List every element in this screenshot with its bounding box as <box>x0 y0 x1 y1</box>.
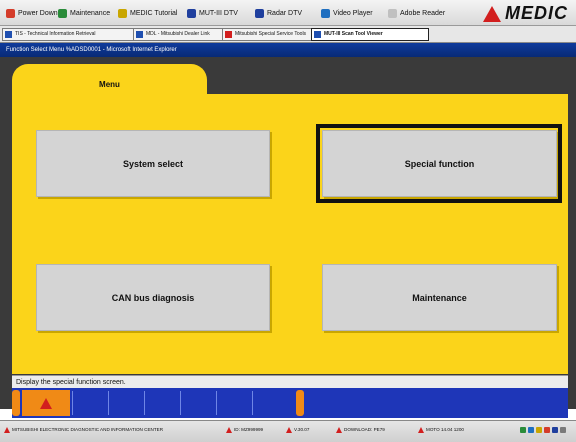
function-bar-left-cap <box>12 390 20 416</box>
status-bar: Display the special function screen. <box>12 375 568 388</box>
taskbar-item-moto[interactable]: MOTO 14.04 1200 <box>418 424 464 436</box>
function-key-2[interactable] <box>108 391 144 415</box>
window-tabs: TIS - Technical Information Retrieval MD… <box>0 26 576 43</box>
function-key-5[interactable] <box>216 391 252 415</box>
function-bar-right-cap <box>296 390 304 416</box>
selection-highlight <box>316 124 562 203</box>
volume-icon[interactable] <box>528 427 534 433</box>
sync-icon[interactable] <box>552 427 558 433</box>
mitsubishi-logo-icon <box>286 427 292 433</box>
mitsubishi-logo-icon <box>418 427 424 433</box>
mitsubishi-logo-icon <box>226 427 232 433</box>
ie-icon <box>136 31 143 38</box>
home-button[interactable] <box>22 390 70 416</box>
mitsubishi-logo-icon <box>336 427 342 433</box>
tutorial-icon <box>118 8 127 18</box>
power-down-button[interactable]: Power Down <box>6 6 58 20</box>
network-icon[interactable] <box>520 427 526 433</box>
function-key-1[interactable] <box>72 391 108 415</box>
ie-icon <box>314 31 321 38</box>
tab-mdl[interactable]: MDL - Mitsubishi Dealer Link <box>133 28 233 41</box>
taskbar-item-medic[interactable]: MITSUBISHI ELECTRONIC DIAGNOSTIC AND INF… <box>4 424 163 436</box>
function-key-4[interactable] <box>180 391 216 415</box>
video-player-button[interactable]: Video Player <box>321 6 373 20</box>
ie-icon <box>5 31 12 38</box>
menu-tab-label: Menu <box>99 80 120 89</box>
window-title: Function Select Menu %ADSD0001 - Microso… <box>0 43 576 57</box>
radar-dtv-button[interactable]: Radar DTV <box>255 6 302 20</box>
maintenance-launch-button[interactable]: Maintenance <box>58 6 110 20</box>
wrench-icon <box>58 8 67 18</box>
video-icon <box>321 8 330 18</box>
taskbar-item-download[interactable]: DOWNLOAD: PE79 <box>336 424 385 436</box>
medic-logo: MEDIC <box>483 3 568 24</box>
shield-icon[interactable] <box>536 427 542 433</box>
system-tray <box>520 424 572 436</box>
mitsubishi-logo-icon <box>4 427 10 433</box>
adobe-reader-button[interactable]: Adobe Reader <box>388 6 445 20</box>
mut-iii-dtv-button[interactable]: MUT-III DTV <box>187 6 238 20</box>
radar-icon <box>255 8 264 18</box>
info-icon[interactable] <box>560 427 566 433</box>
function-key-6[interactable] <box>252 391 288 415</box>
maintenance-button[interactable]: Maintenance <box>322 264 557 331</box>
function-key-3[interactable] <box>144 391 180 415</box>
power-icon <box>6 8 15 18</box>
adobe-icon <box>388 8 397 18</box>
system-select-button[interactable]: System select <box>36 130 270 197</box>
tab-tis[interactable]: TIS - Technical Information Retrieval <box>2 28 144 41</box>
taskbar-item-id[interactable]: ID: MZ999999 <box>226 424 263 436</box>
tab-mut-iii-viewer[interactable]: MUT-III Scan Tool Viewer <box>311 28 429 41</box>
ie-icon <box>225 31 232 38</box>
update-icon[interactable] <box>544 427 550 433</box>
mitsubishi-logo-icon <box>40 397 52 409</box>
mitsubishi-logo-icon <box>483 5 501 22</box>
taskbar-item-version[interactable]: V.30.07 <box>286 424 309 436</box>
dtv-icon <box>187 8 196 18</box>
can-bus-diagnosis-button[interactable]: CAN bus diagnosis <box>36 264 270 331</box>
tab-special-service-tools[interactable]: Mitsubishi Special Service Tools <box>222 28 322 41</box>
launcher-toolbar: Power Down Maintenance MEDIC Tutorial MU… <box>0 0 576 26</box>
medic-tutorial-button[interactable]: MEDIC Tutorial <box>118 6 177 20</box>
